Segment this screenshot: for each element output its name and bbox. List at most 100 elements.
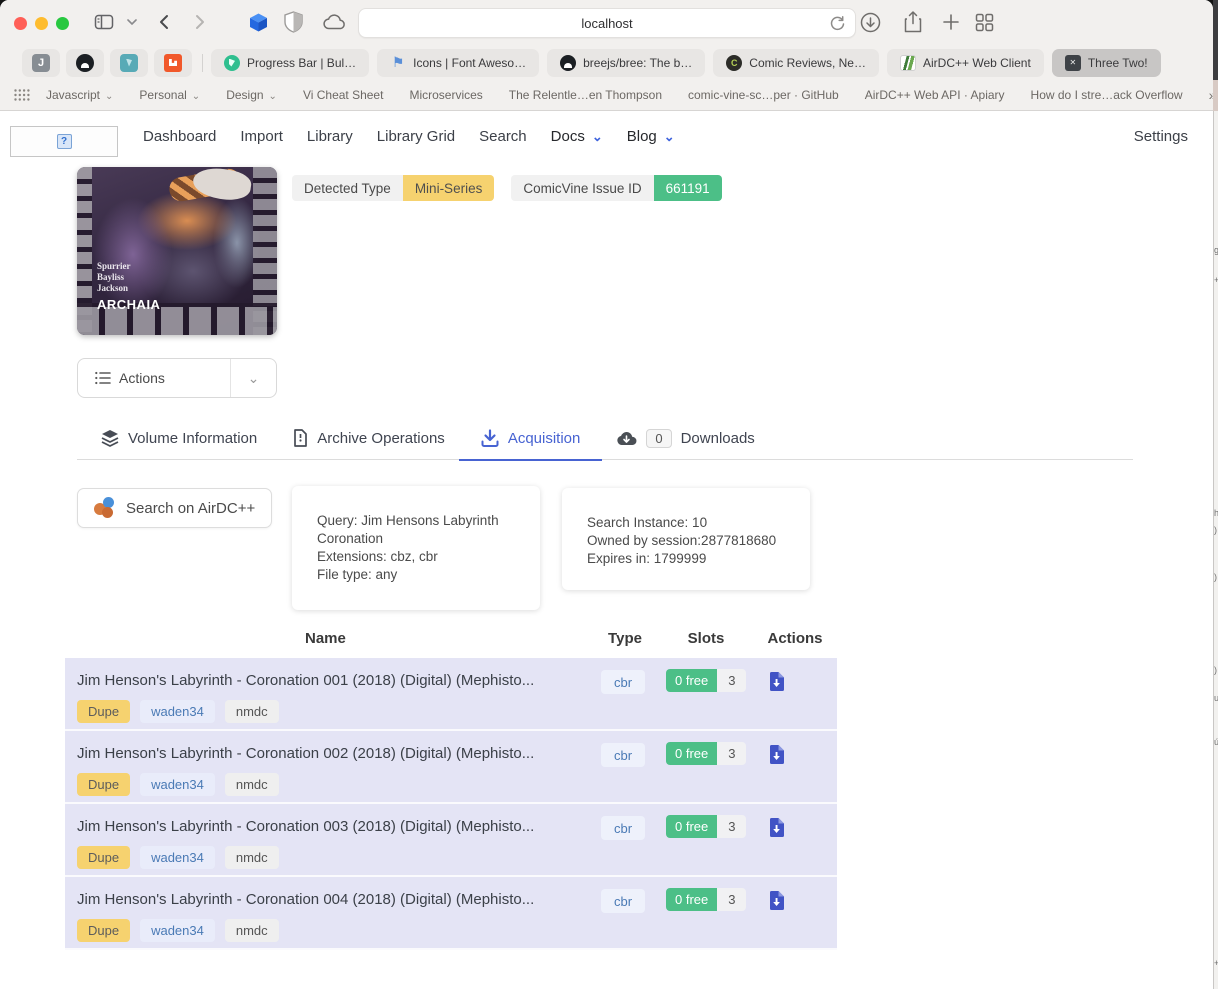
browser-tab[interactable]: Progress Bar | Bul… (211, 49, 369, 77)
download-file-button[interactable] (764, 669, 788, 693)
favorites-bookmark[interactable]: comic-vine-sc…per · GitHub (688, 88, 839, 102)
downloads-icon[interactable] (860, 12, 881, 33)
actions-chevron-icon[interactable] (230, 359, 276, 397)
tab-volume-information[interactable]: Volume Information (101, 423, 257, 453)
tab-favicon (390, 55, 406, 71)
result-slots-badge: 0 free 3 (666, 815, 746, 838)
nav-link[interactable]: Library (307, 128, 353, 145)
result-badges: Dupe waden34 nmdc (77, 700, 279, 723)
nav-settings-link[interactable]: Settings (1134, 128, 1188, 145)
user-badge[interactable]: waden34 (140, 700, 215, 723)
zoom-window-button[interactable] (56, 17, 69, 30)
tab-archive-operations[interactable]: Archive Operations (293, 423, 445, 453)
tab-overview-icon[interactable] (975, 13, 994, 32)
source-badge: nmdc (225, 700, 279, 723)
background-window-sliver: g + h ) ) ) u ú + ls r (1213, 0, 1218, 989)
nav-link[interactable]: Search (479, 128, 527, 145)
download-file-button[interactable] (764, 815, 788, 839)
sidebar-icon[interactable] (94, 12, 114, 32)
result-row[interactable]: Jim Henson's Labyrinth - Coronation 002 … (65, 731, 837, 804)
extension-cube-icon[interactable] (248, 12, 269, 33)
tab-downloads[interactable]: 0 Downloads (616, 423, 754, 453)
pinned-tab[interactable] (66, 49, 104, 77)
actions-label: Actions (119, 370, 165, 386)
share-icon[interactable] (903, 10, 923, 34)
file-type-line: File type: any (317, 566, 510, 584)
actions-dropdown[interactable]: Actions (77, 358, 277, 398)
back-icon[interactable] (156, 13, 174, 31)
slots-total: 3 (717, 742, 746, 765)
list-icon (95, 371, 111, 385)
user-badge[interactable]: waden34 (140, 846, 215, 869)
browser-tab[interactable]: Comic Reviews, Ne… (713, 49, 879, 77)
new-tab-icon[interactable] (942, 13, 960, 31)
sidebar-chevron-icon[interactable] (126, 16, 138, 28)
tab-acquisition[interactable]: Acquisition (481, 423, 581, 453)
reload-icon[interactable] (829, 15, 846, 32)
result-slots-badge: 0 free 3 (666, 888, 746, 911)
nav-link[interactable]: Dashboard (143, 128, 216, 145)
result-title: Jim Henson's Labyrinth - Coronation 002 … (77, 745, 592, 762)
instance-info-card: Search Instance: 10 Owned by session:287… (562, 488, 810, 590)
forward-icon[interactable] (190, 13, 208, 31)
result-row[interactable]: Jim Henson's Labyrinth - Coronation 004 … (65, 877, 837, 950)
pinned-tab-favicon: J (32, 54, 50, 72)
browser-tab[interactable]: Three Two! (1052, 49, 1161, 77)
search-on-airdc-button[interactable]: Search on AirDC++ (77, 488, 272, 528)
favorites-bookmark[interactable]: Javascript (46, 88, 113, 102)
shield-icon[interactable] (284, 11, 303, 33)
pinned-tab[interactable]: J (22, 49, 60, 77)
download-file-button[interactable] (764, 742, 788, 766)
cloud-icon[interactable] (323, 14, 347, 30)
tab-title: Progress Bar | Bul… (247, 56, 356, 70)
pinned-tab[interactable] (110, 49, 148, 77)
pinned-tab[interactable] (154, 49, 192, 77)
favorites-bookmark[interactable]: Vi Cheat Sheet (303, 88, 384, 102)
comicvine-id-label: ComicVine Issue ID (511, 175, 653, 201)
tab-downloads-label: Downloads (681, 430, 755, 447)
dupe-badge: Dupe (77, 919, 130, 942)
slots-total: 3 (717, 888, 746, 911)
frequently-visited-icon[interactable] (14, 89, 30, 101)
tab-acquisition-label: Acquisition (508, 430, 581, 447)
result-row[interactable]: Jim Henson's Labyrinth - Coronation 003 … (65, 804, 837, 877)
dupe-badge: Dupe (77, 773, 130, 796)
minimize-window-button[interactable] (35, 17, 48, 30)
nav-link[interactable]: Library Grid (377, 128, 455, 145)
volume-meta-badges: Detected Type Mini-Series ComicVine Issu… (292, 175, 722, 201)
browser-tab[interactable]: Icons | Font Aweso… (377, 49, 539, 77)
close-window-button[interactable] (14, 17, 27, 30)
result-row[interactable]: Jim Henson's Labyrinth - Coronation 001 … (65, 658, 837, 731)
browser-tab[interactable]: breejs/bree: The b… (547, 49, 705, 77)
background-window-body: g + h ) ) ) u ú + ls r (1213, 111, 1218, 989)
result-title: Jim Henson's Labyrinth - Coronation 003 … (77, 818, 592, 835)
favorites-bookmark[interactable]: Microservices (409, 88, 482, 102)
extensions-line: Extensions: cbz, cbr (317, 548, 510, 566)
download-file-button[interactable] (764, 888, 788, 912)
address-bar[interactable]: localhost (358, 8, 856, 38)
query-info-card: Query: Jim Hensons Labyrinth Coronation … (292, 486, 540, 610)
user-badge[interactable]: waden34 (140, 773, 215, 796)
user-badge[interactable]: waden34 (140, 919, 215, 942)
slots-free: 0 free (666, 669, 717, 692)
volume-tabs: Volume Information Archive Operations Ac… (77, 423, 1133, 460)
tab-title: Three Two! (1088, 56, 1148, 70)
browser-tab[interactable]: AirDC++ Web Client (887, 49, 1044, 77)
nav-link[interactable]: Docs (551, 128, 603, 145)
detected-type-badge: Detected Type Mini-Series (292, 175, 494, 201)
favorites-overflow-chevron[interactable]: » (1209, 87, 1213, 103)
favorites-bookmark[interactable]: The Relentle…en Thompson (509, 88, 662, 102)
broken-logo-image (10, 126, 118, 157)
column-actions: Actions (765, 630, 825, 647)
slots-free: 0 free (666, 815, 717, 838)
favorites-bookmark[interactable]: Design (226, 88, 277, 102)
result-title: Jim Henson's Labyrinth - Coronation 001 … (77, 672, 592, 689)
tab-title: Icons | Font Aweso… (413, 56, 526, 70)
favorites-bookmark[interactable]: Personal (139, 88, 200, 102)
nav-link[interactable]: Blog (627, 128, 675, 145)
favorites-bookmark[interactable]: AirDC++ Web API · Apiary (865, 88, 1005, 102)
nav-link[interactable]: Import (240, 128, 283, 145)
tab-title: Comic Reviews, Ne… (749, 56, 866, 70)
comic-cover-image[interactable]: Spurrier Bayliss Jackson ARCHAIA (77, 167, 277, 335)
favorites-bookmark[interactable]: How do I stre…ack Overflow (1031, 88, 1183, 102)
